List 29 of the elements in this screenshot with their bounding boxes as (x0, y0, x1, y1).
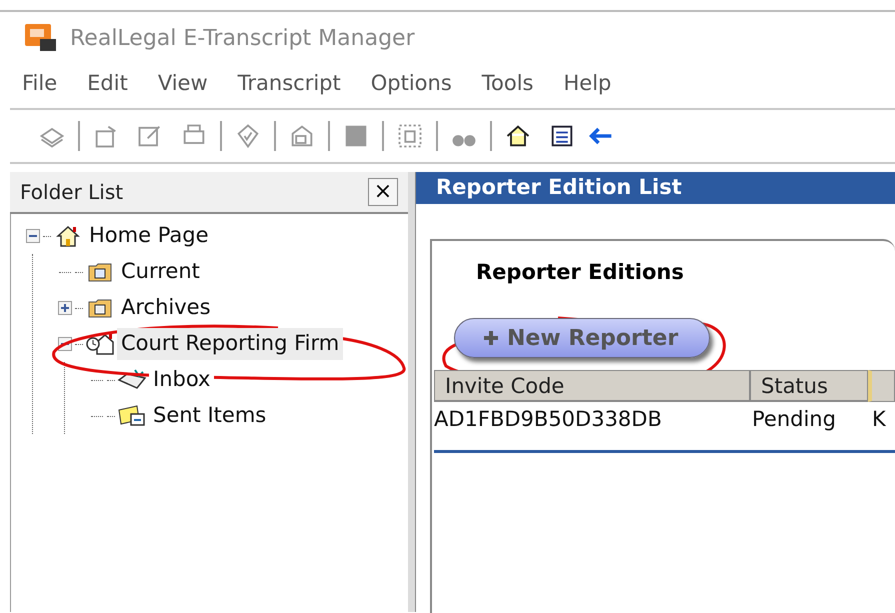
menu-item[interactable]: Options (370, 68, 452, 100)
pane-title: Folder List (20, 179, 124, 206)
menu-item[interactable]: File (22, 68, 58, 100)
close-button[interactable]: × (368, 178, 398, 206)
tree-item[interactable]: Court Reporting Firm (117, 328, 344, 360)
house-icon (56, 224, 80, 248)
expander-toggle[interactable] (58, 301, 72, 315)
building-icon (85, 332, 115, 356)
table-cell-text: Pending (751, 406, 837, 434)
folder-icon (88, 261, 112, 283)
menu-item[interactable]: View (158, 68, 208, 100)
envelope-icon (117, 404, 147, 428)
copy-icon[interactable] (396, 122, 424, 150)
expander-toggle[interactable] (26, 229, 40, 243)
table-cell-text: AD1FBD9B50D338DB (434, 406, 663, 434)
app-logo-icon (24, 23, 58, 53)
tray-icon (117, 368, 147, 392)
column-header[interactable] (868, 370, 895, 402)
panel-title: Reporter Edition List (436, 174, 682, 201)
table-cell-text: K (871, 406, 886, 434)
menu-item[interactable]: Help (564, 68, 612, 100)
section-title: Reporter Editions (475, 258, 685, 286)
folder-icon (88, 297, 112, 319)
menu-item[interactable]: Transcript (238, 68, 341, 100)
column-header[interactable]: Status (750, 370, 868, 402)
pane-splitter[interactable] (408, 172, 416, 612)
window-title: RealLegal E-Transcript Manager (70, 24, 415, 52)
menu-item[interactable]: Tools (482, 68, 534, 100)
menu-item[interactable]: Edit (87, 68, 128, 100)
